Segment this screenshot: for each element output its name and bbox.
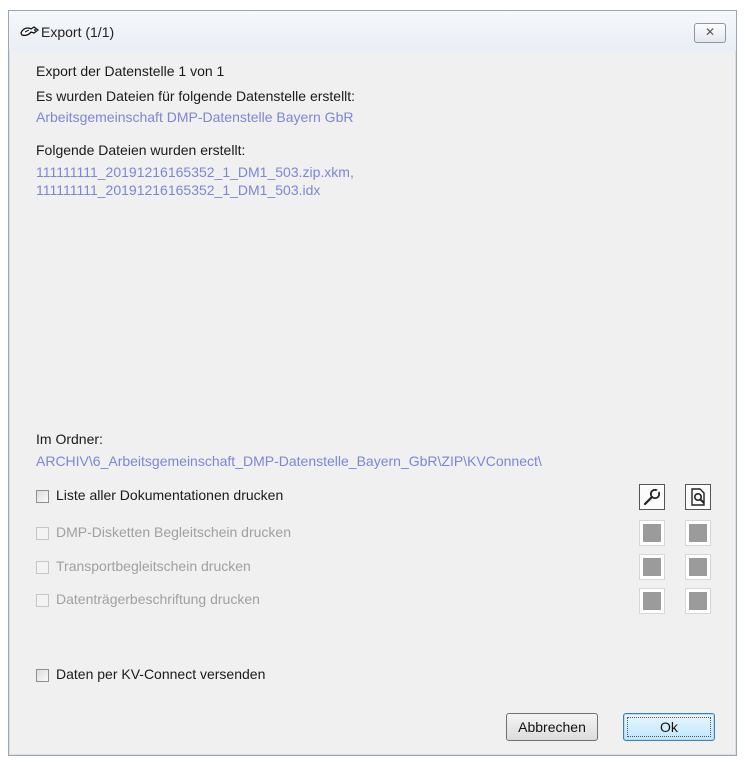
close-icon: ✕ xyxy=(704,25,716,39)
file-entry-2: 111111111_20191216165352_1_DM1_503.idx xyxy=(36,182,321,198)
settings-button-datentraeger xyxy=(639,588,665,614)
checkbox-disketten-begleitschein xyxy=(36,527,49,540)
option-transportbegleitschein: Transportbegleitschein drucken xyxy=(36,558,596,580)
folder-label: Im Ordner: xyxy=(36,431,103,447)
preview-button-list-all-docs[interactable] xyxy=(685,484,711,510)
folder-path: ARCHIV\6_Arbeitsgemeinschaft_DMP-Datenst… xyxy=(36,453,542,469)
option-datentraegerbeschriftung: Datenträgerbeschriftung drucken xyxy=(36,591,596,613)
preview-button-datentraeger xyxy=(685,588,711,614)
checkbox-transportbegleitschein xyxy=(36,561,49,574)
preview-button-disketten xyxy=(685,520,711,546)
file-entry-1: 111111111_20191216165352_1_DM1_503.zip.x… xyxy=(36,164,354,180)
option-list-all-docs[interactable]: Liste aller Dokumentationen drucken xyxy=(36,487,596,509)
option-label: DMP-Disketten Begleitschein drucken xyxy=(56,524,291,540)
preview-button-transport xyxy=(685,554,711,580)
export-icon xyxy=(19,24,41,40)
option-label: Datenträgerbeschriftung drucken xyxy=(56,591,260,607)
disabled-icon xyxy=(689,592,707,610)
settings-button-transport xyxy=(639,554,665,580)
kv-connect-label: Daten per KV-Connect versenden xyxy=(56,666,266,682)
close-button[interactable]: ✕ xyxy=(694,23,726,43)
window-title: Export (1/1) xyxy=(41,24,115,40)
created-for-label: Es wurden Dateien für folgende Datenstel… xyxy=(36,88,356,104)
title-bar: Export (1/1) ✕ xyxy=(9,11,736,51)
disabled-icon xyxy=(689,558,707,576)
disabled-icon xyxy=(689,524,707,542)
disabled-icon xyxy=(643,592,661,610)
checkbox-list-all-docs[interactable] xyxy=(36,490,49,503)
files-label: Folgende Dateien wurden erstellt: xyxy=(36,142,246,158)
focus-ring xyxy=(627,717,711,737)
option-label: Transportbegleitschein drucken xyxy=(56,558,251,574)
export-dialog: Export (1/1) ✕ Export der Datenstelle 1 … xyxy=(8,10,737,756)
ok-button[interactable]: Ok xyxy=(623,713,715,741)
checkbox-kv-connect[interactable] xyxy=(36,669,49,682)
disabled-icon xyxy=(643,558,661,576)
cancel-button[interactable]: Abbrechen xyxy=(506,713,598,741)
disabled-icon xyxy=(643,524,661,542)
settings-button-list-all-docs[interactable] xyxy=(639,484,665,510)
checkbox-datentraegerbeschriftung xyxy=(36,594,49,607)
datenstelle-name: Arbeitsgemeinschaft DMP-Datenstelle Baye… xyxy=(36,109,354,125)
export-status-line: Export der Datenstelle 1 von 1 xyxy=(36,63,225,79)
option-disketten-begleitschein: DMP-Disketten Begleitschein drucken xyxy=(36,524,596,546)
option-label: Liste aller Dokumentationen drucken xyxy=(56,487,284,503)
settings-button-disketten xyxy=(639,520,665,546)
option-kv-connect[interactable]: Daten per KV-Connect versenden xyxy=(36,666,436,688)
